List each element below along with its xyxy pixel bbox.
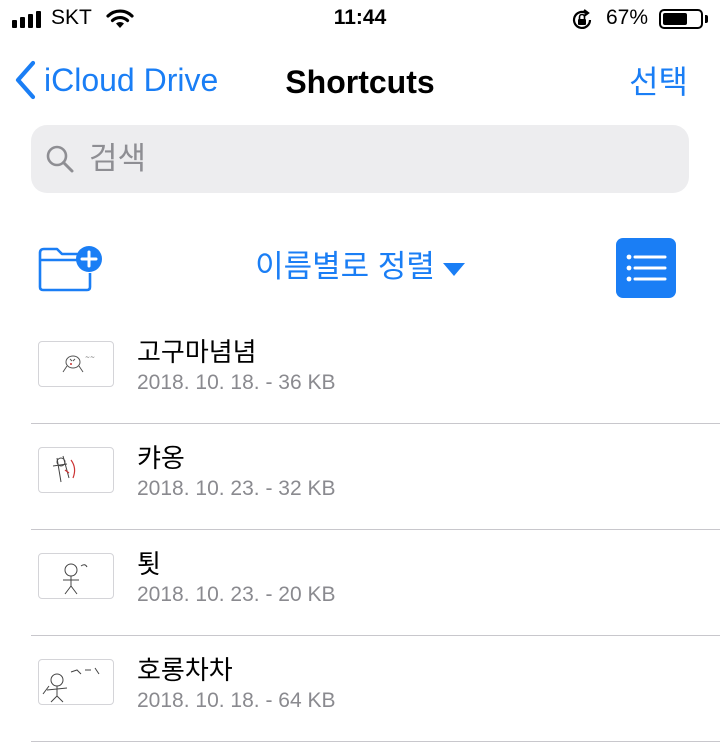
battery-icon [659, 9, 703, 29]
file-meta: 2018. 10. 18. - 36 KB [137, 371, 336, 394]
sort-label: 이름별로 정렬 [255, 249, 435, 284]
svg-text:~~: ~~ [85, 354, 95, 361]
list-view-button[interactable] [616, 238, 676, 298]
file-name: 호롱차차 [137, 655, 233, 685]
chevron-left-icon [15, 60, 36, 100]
file-meta: 2018. 10. 18. - 64 KB [137, 689, 336, 712]
select-button[interactable]: 선택 [629, 60, 688, 104]
file-list: ~~ 고구마념념 2018. 10. 18. - 36 KB 캬옹 2018. … [0, 318, 720, 742]
file-meta: 2018. 10. 23. - 32 KB [137, 477, 336, 500]
file-row[interactable]: 호롱차차 2018. 10. 18. - 64 KB [0, 636, 720, 742]
status-bar: SKT 11:44 67% [0, 0, 720, 40]
battery-percent: 67% [606, 6, 649, 29]
file-row[interactable]: 툇 2018. 10. 23. - 20 KB [0, 530, 720, 636]
file-name: 툇 [137, 549, 161, 579]
file-thumbnail [38, 447, 114, 493]
file-name: 캬옹 [137, 443, 185, 473]
list-view-icon [626, 254, 667, 282]
sort-button[interactable]: 이름별로 정렬 [255, 245, 465, 289]
file-row[interactable]: 캬옹 2018. 10. 23. - 32 KB [0, 424, 720, 530]
back-button[interactable]: iCloud Drive [14, 58, 218, 102]
battery-cap [705, 15, 708, 23]
file-row[interactable]: ~~ 고구마념념 2018. 10. 18. - 36 KB [0, 318, 720, 424]
file-thumbnail: ~~ [38, 341, 114, 387]
file-name: 고구마념념 [137, 337, 257, 367]
folder-plus-icon [38, 246, 102, 292]
back-label: iCloud Drive [44, 62, 219, 98]
file-thumbnail [38, 659, 114, 705]
new-folder-button[interactable] [37, 243, 105, 298]
file-meta: 2018. 10. 23. - 20 KB [137, 583, 336, 606]
search-bar[interactable] [31, 125, 689, 193]
caret-down-icon [442, 262, 465, 276]
search-input[interactable] [89, 125, 669, 193]
rotation-lock-icon [572, 9, 592, 29]
file-thumbnail [38, 553, 114, 599]
search-icon [46, 145, 74, 173]
